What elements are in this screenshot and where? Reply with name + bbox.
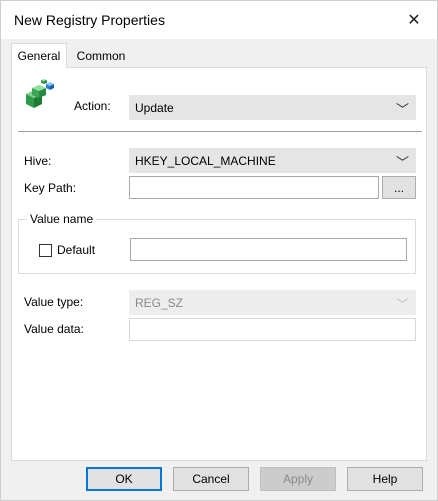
close-button[interactable]: ✕ (391, 1, 437, 39)
default-checkbox-label: Default (57, 243, 96, 257)
registry-properties-dialog: New Registry Properties ✕ General Common… (0, 0, 438, 501)
hive-label: Hive: (24, 154, 52, 168)
action-dropdown[interactable]: Update ﹀ (129, 95, 416, 120)
value-name-input[interactable] (130, 238, 407, 261)
help-button[interactable]: Help (347, 467, 423, 491)
title-bar: New Registry Properties ✕ (1, 1, 437, 39)
hive-value: HKEY_LOCAL_MACHINE (135, 154, 276, 168)
apply-button[interactable]: Apply (260, 467, 336, 491)
general-tab-panel: Action: Update ﹀ Hive: HKEY_LOCAL_MACHIN… (11, 67, 427, 461)
registry-cubes-icon (26, 79, 54, 108)
value-name-legend: Value name (27, 212, 97, 226)
tab-common[interactable]: Common (67, 45, 135, 67)
action-value: Update (135, 101, 174, 115)
value-data-input[interactable] (129, 318, 416, 341)
browse-key-path-button[interactable]: ... (382, 176, 416, 199)
value-data-label: Value data: (24, 322, 84, 336)
close-icon: ✕ (407, 12, 421, 29)
key-path-label: Key Path: (24, 181, 77, 195)
section-divider (18, 131, 422, 132)
tab-general[interactable]: General (11, 43, 67, 68)
hive-dropdown[interactable]: HKEY_LOCAL_MACHINE ﹀ (129, 148, 416, 173)
chevron-down-icon: ﹀ (395, 102, 409, 117)
chevron-down-icon: ﹀ (395, 155, 409, 170)
key-path-input[interactable] (129, 176, 379, 199)
value-type-value: REG_SZ (135, 296, 184, 310)
chevron-down-icon: ﹀ (395, 297, 409, 312)
value-type-label: Value type: (24, 295, 84, 309)
ok-button[interactable]: OK (86, 467, 162, 491)
value-name-group: Value name Default (18, 212, 416, 274)
value-type-dropdown[interactable]: REG_SZ ﹀ (129, 290, 416, 315)
dialog-title: New Registry Properties (14, 12, 165, 28)
cancel-button[interactable]: Cancel (173, 467, 249, 491)
action-label: Action: (74, 99, 111, 113)
default-checkbox[interactable] (39, 244, 52, 257)
